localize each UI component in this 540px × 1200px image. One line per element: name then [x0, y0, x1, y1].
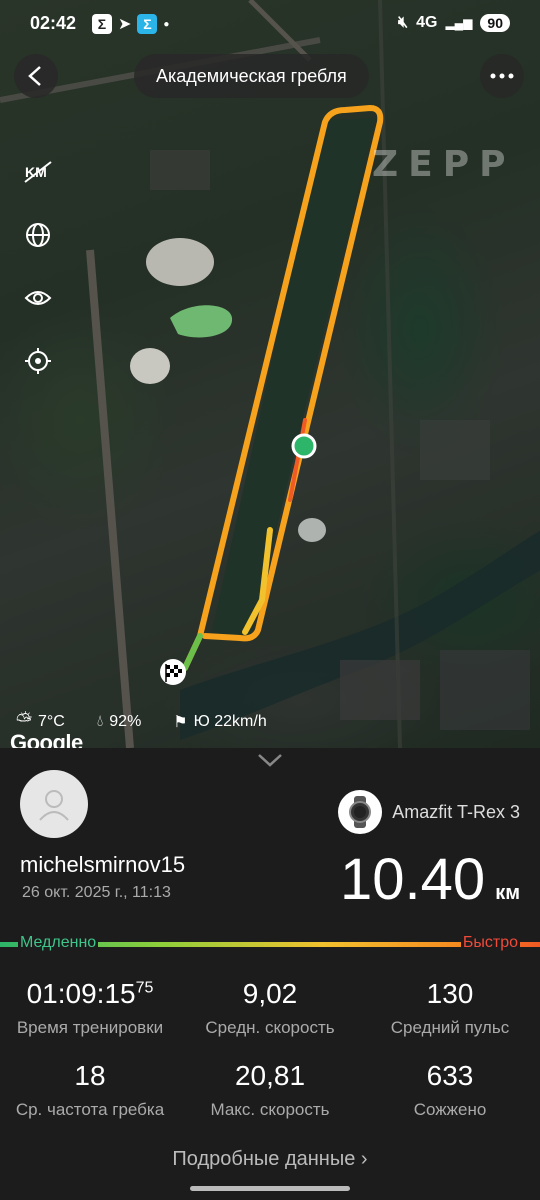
stat-calories: 633 Сожжено — [360, 1060, 540, 1120]
page-title: Академическая гребля — [156, 65, 347, 86]
start-marker[interactable] — [291, 433, 317, 459]
status-right: 🔇︎ 4G ▂▄▆ 90 — [398, 14, 510, 32]
map-terrain — [0, 0, 540, 748]
avg-hr-label: Средний пульс — [390, 1018, 510, 1037]
username: michelsmirnov15 — [20, 852, 186, 877]
zepp-watermark: ZEPP — [372, 144, 516, 185]
duration-fraction: 75 — [135, 979, 154, 997]
home-indicator[interactable] — [190, 1186, 350, 1191]
more-dots-icon — [490, 73, 514, 79]
stroke-rate-value: 18 — [74, 1060, 106, 1091]
mute-icon: 🔇︎ — [398, 14, 409, 31]
details-label: Подробные данные — [172, 1148, 356, 1170]
duration-value: 01:09:15 — [26, 978, 136, 1009]
stroke-rate-label: Ср. частота гребка — [15, 1100, 165, 1119]
stat-avg-speed: 9,02 Средн. скорость — [180, 978, 360, 1038]
more-options-button[interactable] — [480, 54, 524, 98]
avg-speed-value: 9,02 — [242, 978, 298, 1009]
details-link[interactable]: Подробные данные › — [0, 1148, 540, 1171]
sigma-app-icon: Σ — [137, 14, 158, 34]
google-logo: Google — [10, 730, 83, 748]
globe-icon[interactable] — [22, 219, 54, 251]
workout-title: Академическая гребля — [134, 54, 369, 98]
stat-duration: 01:09:1575 Время тренировки — [0, 978, 180, 1038]
calories-label: Сожжено — [413, 1100, 487, 1119]
network-type: 4G — [416, 14, 438, 31]
duration-label: Время тренировки — [16, 1018, 164, 1037]
map-controls: KM — [22, 156, 54, 408]
avg-hr-value: 130 — [426, 978, 474, 1009]
battery-level: 90 — [480, 14, 510, 32]
device-name: Amazfit T-Rex 3 — [392, 801, 520, 822]
user-icon — [39, 790, 69, 821]
calories-value: 633 — [426, 1060, 474, 1091]
workout-summary-panel: michelsmirnov15 26 окт. 2025 г., 11:13 A… — [0, 748, 540, 1200]
watch-icon — [338, 790, 383, 834]
speed-fast-label: Быстро — [460, 934, 520, 952]
status-time: 02:42 — [30, 13, 77, 33]
stat-stroke-rate: 18 Ср. частота гребка — [0, 1060, 180, 1120]
avatar[interactable] — [20, 770, 88, 838]
sigma-app-icon: Σ — [92, 14, 112, 34]
stadium-shape — [146, 238, 214, 286]
notification-icons: Σ ➤ Σ ● — [92, 14, 169, 34]
max-speed-value: 20,81 — [234, 1060, 306, 1091]
telegram-icon: ➤ — [118, 16, 132, 33]
dot-icon: ● — [163, 18, 170, 30]
route-map[interactable]: 02:42 Σ ➤ Σ ● 🔇︎ 4G ▂▄▆ 90 Академическая… — [0, 0, 540, 748]
pond-shape — [170, 305, 233, 338]
stat-max-speed: 20,81 Макс. скорость — [180, 1060, 360, 1120]
wind-icon: ⚑ — [173, 713, 188, 731]
distance-value: 10.40 — [340, 847, 486, 912]
chevron-left-icon — [28, 66, 41, 86]
speed-slow-label: Медленно — [18, 934, 99, 952]
finish-flag-icon[interactable] — [160, 659, 186, 685]
distance-unit: км — [495, 882, 520, 904]
device-info[interactable]: Amazfit T-Rex 3 — [338, 790, 520, 834]
locate-icon[interactable] — [22, 345, 54, 377]
back-button[interactable] — [14, 54, 58, 98]
status-bar: 02:42 Σ ➤ Σ ● 🔇︎ 4G ▂▄▆ 90 — [0, 0, 540, 50]
wind: Ю 22km/h — [193, 712, 267, 730]
workout-datetime: 26 окт. 2025 г., 11:13 — [22, 884, 171, 901]
humidity: 92% — [109, 712, 142, 730]
signal-icon: ▂▄▆ — [445, 16, 473, 30]
chevron-right-icon: › — [360, 1148, 368, 1170]
eye-icon[interactable] — [22, 282, 54, 314]
chevron-down-icon[interactable] — [256, 752, 284, 768]
svg-text:KM: KM — [25, 164, 47, 180]
stat-avg-hr: 130 Средний пульс — [360, 978, 540, 1038]
humidity-drop-icon: 💧︎ — [96, 712, 104, 730]
max-speed-label: Макс. скорость — [210, 1100, 330, 1119]
rowing-canal — [210, 118, 375, 640]
temperature: 7°C — [38, 712, 65, 730]
avg-speed-label: Средн. скорость — [205, 1018, 335, 1037]
km-markers-toggle-icon[interactable]: KM — [22, 156, 54, 188]
total-distance: 10.40 км — [340, 846, 520, 913]
